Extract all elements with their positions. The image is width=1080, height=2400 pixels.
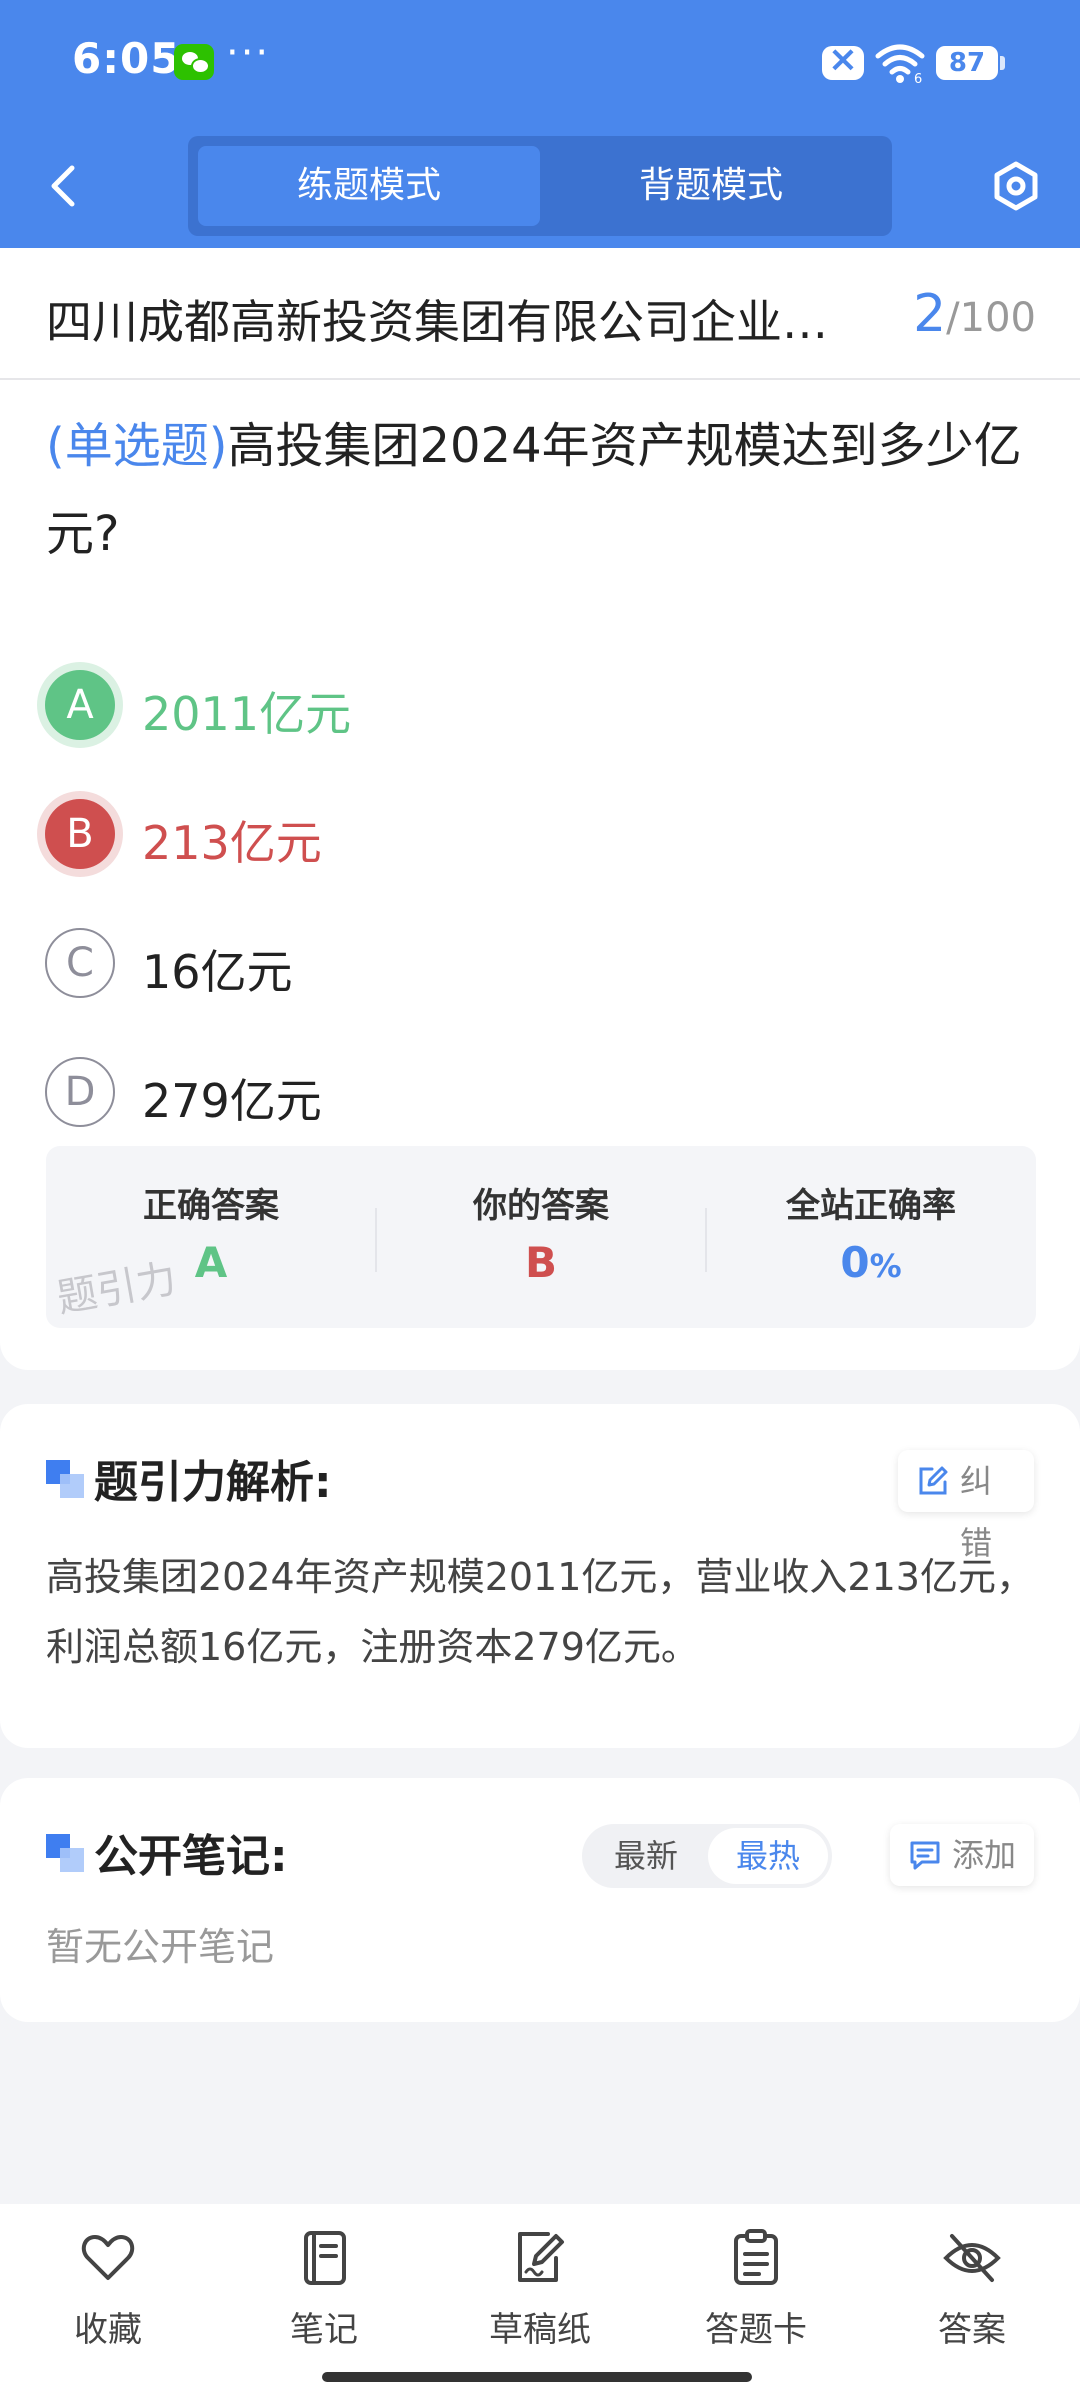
nav-notes[interactable]: 笔记 xyxy=(224,2228,424,2378)
section-icon xyxy=(46,1834,84,1872)
status-time: 6:05 xyxy=(72,34,181,83)
eye-off-icon xyxy=(943,2234,1001,2282)
settings-icon[interactable] xyxy=(990,160,1042,212)
accuracy-label: 全站正确率 xyxy=(786,1186,956,1226)
your-answer-label: 你的答案 xyxy=(473,1186,609,1226)
nav-favorite[interactable]: 收藏 xyxy=(8,2228,208,2378)
bottom-nav: 收藏 笔记 草稿纸 答题卡 答案 xyxy=(0,2204,1080,2400)
more-notifications-icon: ··· xyxy=(226,30,271,76)
add-note-button[interactable]: 添加 xyxy=(890,1824,1034,1886)
option-d[interactable]: D 279亿元 xyxy=(40,1047,940,1137)
answer-summary: 正确答案 A 你的答案 B 全站正确率 0% 题引力 xyxy=(46,1146,1036,1328)
notes-empty-text: 暂无公开笔记 xyxy=(46,1925,275,1969)
report-error-button[interactable]: 纠错 xyxy=(898,1450,1034,1562)
current-question-number: 2 xyxy=(913,284,947,344)
heart-icon xyxy=(81,2235,135,2280)
question-card: 四川成都高新投资集团有限公司企业… 2/100 (单选题)高投集团2024年资产… xyxy=(0,248,1080,1370)
option-b-text: 213亿元 xyxy=(142,816,322,870)
home-indicator[interactable] xyxy=(322,2372,752,2382)
nav-answer-sheet-label: 答题卡 xyxy=(705,2310,807,2350)
option-c[interactable]: C 16亿元 xyxy=(40,918,940,1008)
sort-hottest[interactable]: 最热 xyxy=(708,1828,828,1884)
option-a-letter: A xyxy=(45,670,115,740)
tab-memorize-mode[interactable]: 背题模式 xyxy=(540,146,882,226)
answer-sheet-icon xyxy=(734,2229,778,2285)
notes-sort-switch: 最新 最热 xyxy=(582,1824,832,1888)
your-answer-value: B xyxy=(524,1238,557,1287)
status-bar: 6:05 ··· 6 87 xyxy=(0,0,1080,128)
analysis-card: 题引力解析: 纠错 高投集团2024年资产规模2011亿元，营业收入213亿元，… xyxy=(0,1404,1080,1748)
question-progress: 2/100 xyxy=(913,284,1036,344)
add-note-label: 添加 xyxy=(952,1836,1017,1874)
accuracy-column: 全站正确率 0% xyxy=(706,1146,1036,1328)
accuracy-number: 0 xyxy=(840,1238,870,1287)
option-c-text: 16亿元 xyxy=(142,945,293,999)
notes-title: 公开笔记: xyxy=(94,1831,288,1882)
mode-switch: 练题模式 背题模式 xyxy=(188,136,892,236)
notebook-icon xyxy=(304,2231,346,2285)
analysis-title: 题引力解析: xyxy=(94,1457,332,1508)
nav-draft-paper-label: 草稿纸 xyxy=(489,2310,591,2350)
option-b[interactable]: B 213亿元 xyxy=(40,789,940,879)
comment-icon xyxy=(910,1841,940,1870)
nav-answer[interactable]: 答案 xyxy=(872,2228,1072,2378)
app-header: 6:05 ··· 6 87 练题模式 背题模式 xyxy=(0,0,1080,248)
option-d-text: 279亿元 xyxy=(142,1074,322,1128)
correct-answer-label: 正确答案 xyxy=(143,1186,279,1226)
nav-draft-paper[interactable]: 草稿纸 xyxy=(440,2228,640,2378)
nav-favorite-label: 收藏 xyxy=(74,2310,142,2350)
no-sim-icon xyxy=(822,39,864,80)
tab-practice-mode[interactable]: 练题模式 xyxy=(198,146,540,226)
option-a[interactable]: A 2011亿元 xyxy=(40,660,940,750)
option-a-text: 2011亿元 xyxy=(142,687,352,741)
battery-indicator: 87 xyxy=(936,46,1005,80)
notes-card: 公开笔记: 最新 最热 添加 暂无公开笔记 xyxy=(0,1778,1080,2022)
wechat-notification-icon xyxy=(174,44,214,80)
wifi-icon: 6 xyxy=(875,44,925,84)
question-type: (单选题) xyxy=(46,418,228,474)
total-questions: /100 xyxy=(946,295,1036,341)
edit-icon xyxy=(919,1466,948,1495)
nav-answer-sheet[interactable]: 答题卡 xyxy=(656,2228,856,2378)
analysis-text: 高投集团2024年资产规模2011亿元，营业收入213亿元，利润总额16亿元，注… xyxy=(46,1555,1034,1669)
option-c-letter: C xyxy=(45,928,115,998)
accuracy-value: 0% xyxy=(706,1238,1036,1287)
exam-title: 四川成都高新投资集团有限公司企业… xyxy=(46,295,828,349)
option-d-letter: D xyxy=(45,1057,115,1127)
question-text: (单选题)高投集团2024年资产规模达到多少亿元? xyxy=(46,402,1036,578)
section-icon xyxy=(46,1460,84,1498)
draft-paper-icon xyxy=(518,2232,564,2282)
your-answer-column: 你的答案 B xyxy=(376,1146,706,1328)
option-b-letter: B xyxy=(45,799,115,869)
back-arrow-icon[interactable] xyxy=(48,164,78,208)
nav-notes-label: 笔记 xyxy=(290,2310,358,2350)
svg-text:6: 6 xyxy=(914,72,922,84)
exam-title-row: 四川成都高新投资集团有限公司企业… 2/100 xyxy=(0,248,1080,380)
accuracy-unit: % xyxy=(869,1247,902,1285)
nav-answer-label: 答案 xyxy=(938,2310,1006,2350)
sort-newest[interactable]: 最新 xyxy=(586,1828,706,1884)
